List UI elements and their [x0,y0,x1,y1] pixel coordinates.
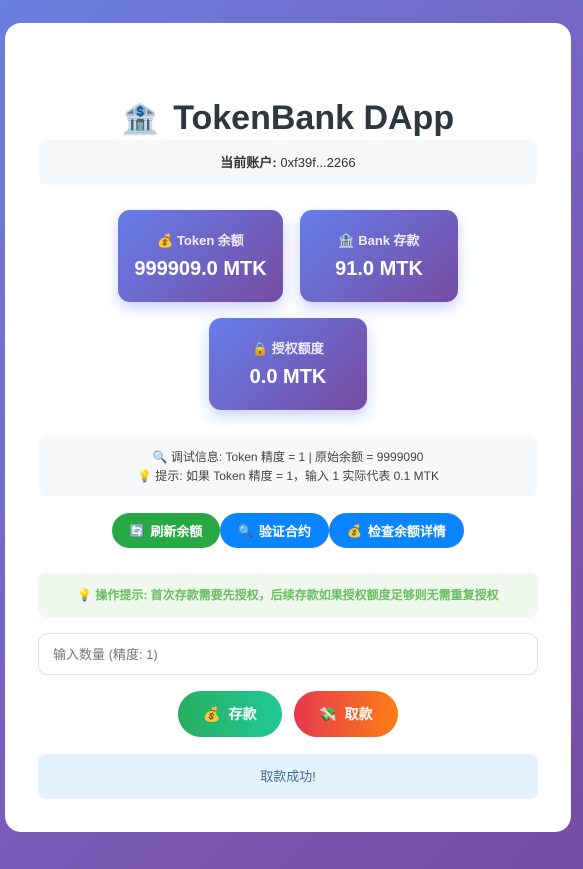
money-bag-icon: 💰 [203,705,221,722]
page-title-text: TokenBank DApp [173,99,455,137]
lightbulb-icon: 💡 [77,588,93,602]
allowance-value: 0.0 MTK [249,366,327,388]
refresh-icon: 🔄 [129,523,145,538]
account-label: 当前账户: [220,155,277,170]
bank-deposit-value: 91.0 MTK [335,258,423,280]
token-balance-card: 💰 Token 余额 999909.0 MTK [118,210,283,302]
page-title: 🏦 TokenBank DApp [5,99,571,138]
deposit-button[interactable]: 💰 存款 [178,691,282,737]
account-address: 0xf39f...2266 [280,155,356,170]
money-bag-icon: 💰 [157,233,174,248]
withdraw-button[interactable]: 💸 取款 [294,691,398,737]
bank-deposit-label: 🏦 Bank 存款 [338,233,420,248]
token-balance-value: 999909.0 MTK [134,258,267,280]
hint-line: 💡 提示: 如果 Token 精度 = 1，输入 1 实际代表 0.1 MTK [136,469,440,483]
magnifier-icon: 🔍 [152,450,168,464]
amount-input[interactable] [38,633,538,675]
money-wings-icon: 💸 [319,705,337,722]
lock-icon: 🔒 [252,341,269,356]
debug-info-panel: 🔍 调试信息: Token 精度 = 1 | 原始余额 = 9999090 💡 … [38,435,538,496]
debug-line: 🔍 调试信息: Token 精度 = 1 | 原始余额 = 9999090 [152,450,424,464]
bank-deposit-card: 🏦 Bank 存款 91.0 MTK [300,210,458,302]
lightbulb-icon: 💡 [136,469,152,483]
account-info: 当前账户: 0xf39f...2266 [38,140,538,185]
refresh-balance-button[interactable]: 🔄 刷新余额 [112,513,220,548]
allowance-label: 🔒 授权额度 [252,341,324,356]
magnifier-icon: 🔍 [238,523,253,538]
operation-tip: 💡 操作提示: 首次存款需要先授权，后续存款如果授权额度足够则无需重复授权 [38,573,538,617]
tool-button-row: 🔄 刷新余额 🔍 验证合约 💰 检查余额详情 [5,513,571,548]
bank-icon: 🏦 [121,102,160,137]
bank-icon: 🏦 [338,233,355,248]
token-balance-label: 💰 Token 余额 [157,233,244,248]
check-balance-details-button[interactable]: 💰 检查余额详情 [329,513,464,548]
allowance-card: 🔒 授权额度 0.0 MTK [209,318,367,410]
main-card: 🏦 TokenBank DApp 当前账户: 0xf39f...2266 💰 To… [5,23,571,832]
money-bag-icon: 💰 [347,523,362,538]
status-message: 取款成功! [38,754,538,799]
verify-contract-button[interactable]: 🔍 验证合约 [220,513,329,548]
